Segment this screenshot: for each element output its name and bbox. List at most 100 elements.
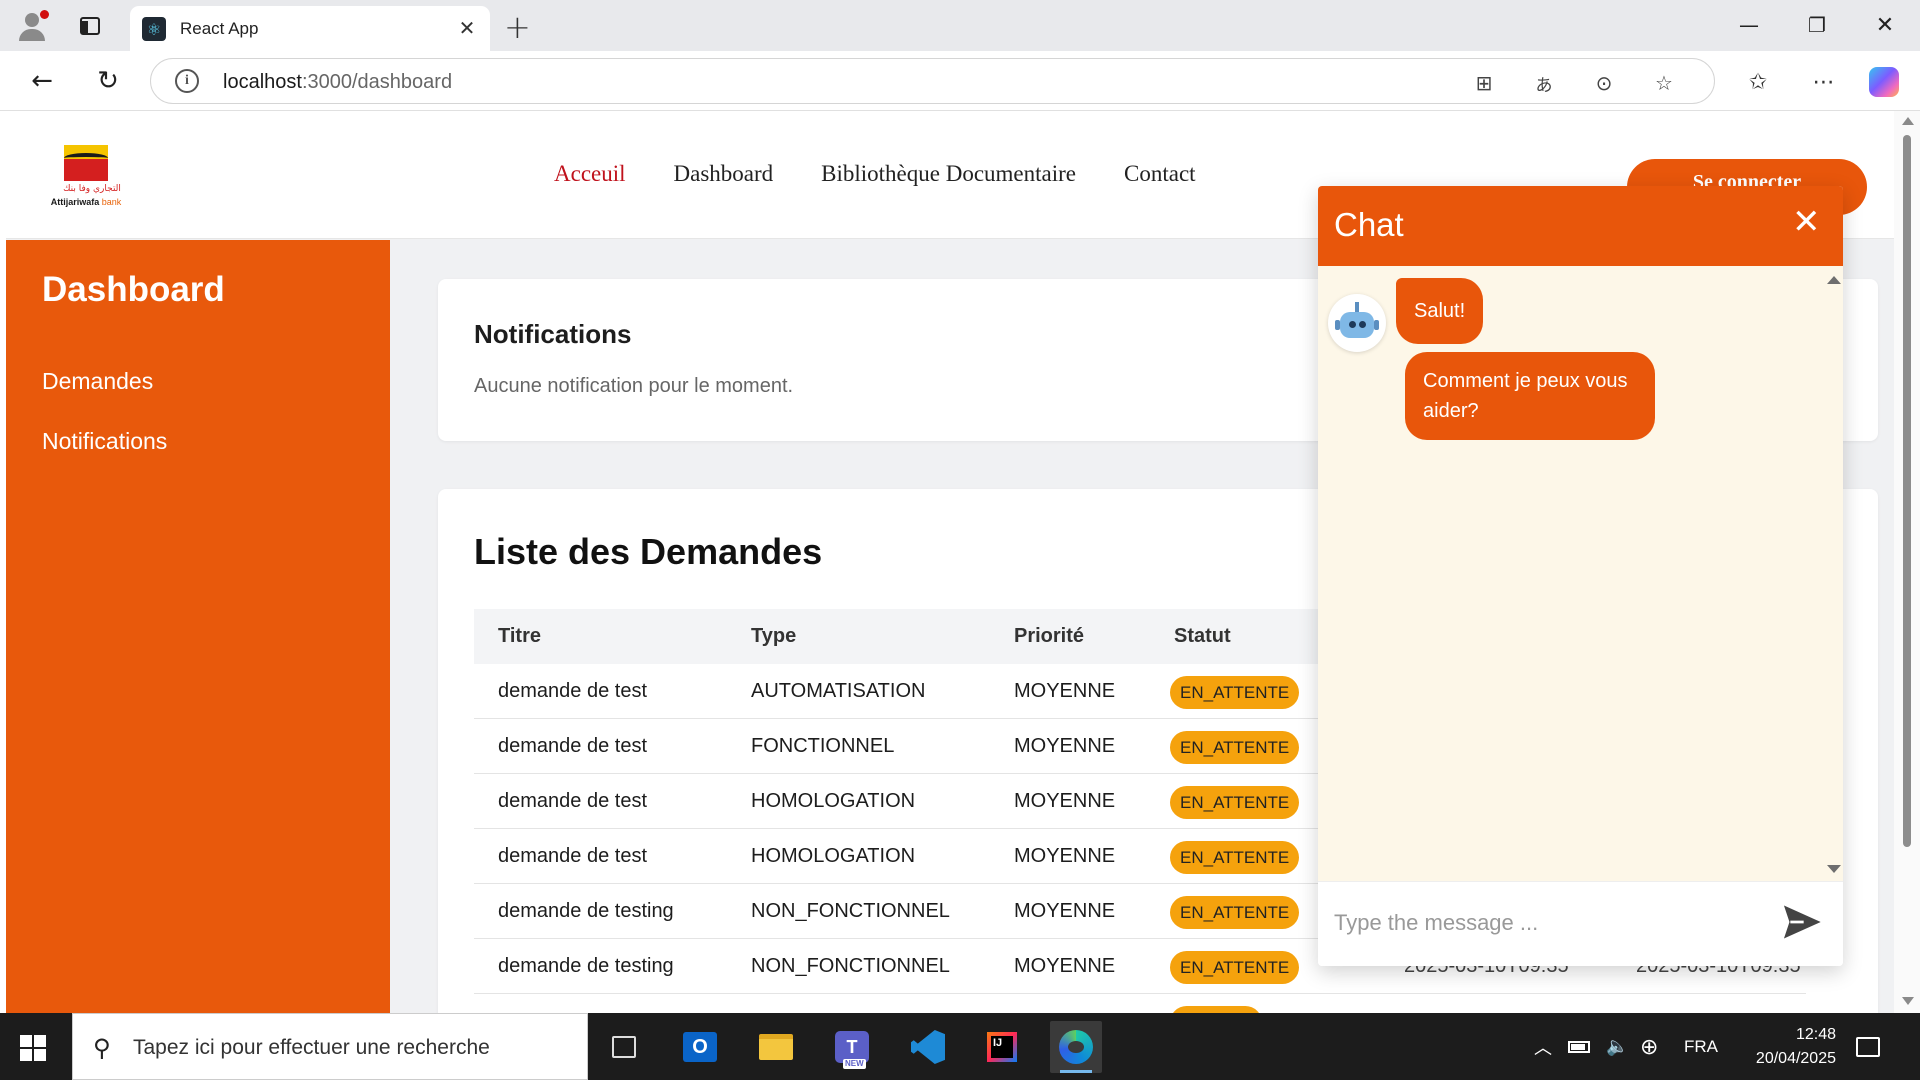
translate-icon[interactable]: あ	[1529, 68, 1559, 98]
scroll-down-icon[interactable]	[1902, 997, 1914, 1005]
taskbar-search[interactable]: ⚲ Tapez ici pour effectuer une recherche	[72, 1013, 588, 1080]
notification-center-icon[interactable]	[1856, 1013, 1880, 1080]
header-type: Type	[751, 625, 797, 647]
chat-scroll-up-icon[interactable]	[1827, 276, 1841, 284]
chat-input-bar: Type the message ...	[1318, 881, 1843, 966]
logo-arabic-text: التجاري وفا بنك	[63, 184, 121, 194]
attijariwafa-logo[interactable]: التجاري وفا بنك Attijariwafa bank	[30, 141, 148, 211]
browser-toolbar: ← ↻ i localhost:3000/dashboard ⊞ あ ⊙ ☆ ✩…	[0, 51, 1920, 111]
search-icon: ⚲	[93, 1034, 111, 1062]
copilot-icon[interactable]	[1868, 66, 1900, 98]
cell-priorite: MOYENNE	[1014, 845, 1116, 867]
tab-actions-icon[interactable]	[72, 10, 108, 42]
window-close-icon[interactable]: ✕	[1862, 10, 1908, 40]
cell-titre: demande de test	[498, 790, 647, 812]
url-text[interactable]: localhost:3000/dashboard	[223, 71, 452, 94]
favorites-icon[interactable]: ✩	[1742, 66, 1774, 98]
teams-new-badge: NEW	[843, 1059, 866, 1069]
restore-icon[interactable]: ❐	[1794, 10, 1840, 40]
file-explorer-icon[interactable]	[750, 1021, 802, 1073]
back-arrow-icon[interactable]: ←	[24, 63, 60, 99]
send-icon[interactable]	[1782, 902, 1822, 942]
cell-titre: demande de testing	[498, 955, 674, 977]
vscode-icon[interactable]	[902, 1021, 954, 1073]
cell-titre: demande de test	[498, 845, 647, 867]
status-badge: EN_ATTENTE	[1170, 841, 1300, 874]
header-priorite: Priorité	[1014, 625, 1085, 647]
sidebar-item-demandes[interactable]: Demandes	[42, 368, 153, 395]
edge-icon[interactable]	[1050, 1021, 1102, 1073]
status-badge: EN_ATTENTE	[1170, 731, 1300, 764]
windows-start-icon[interactable]	[20, 1035, 46, 1061]
taskbar-clock[interactable]: 12:48 20/04/2025	[1730, 1013, 1836, 1080]
nav-contact[interactable]: Contact	[1124, 161, 1196, 187]
sidebar-item-notifications[interactable]: Notifications	[42, 428, 167, 455]
task-view-icon[interactable]	[598, 1021, 650, 1073]
more-menu-icon[interactable]: ⋯	[1808, 66, 1840, 98]
browser-tab-bar: ⚛ React App ✕ + — ❐ ✕	[0, 0, 1920, 51]
cell-titre: demande de test	[498, 680, 647, 702]
cell-type: NON_FONCTIONNEL	[751, 955, 950, 977]
sidebar-title: Dashboard	[42, 270, 225, 309]
notifications-empty-text: Aucune notification pour le moment.	[474, 375, 794, 397]
chat-message: Comment je peux vous aider?	[1405, 352, 1655, 440]
tray-chevron-up-icon[interactable]: ︿	[1534, 1013, 1552, 1080]
cell-type: NON_FONCTIONNEL	[751, 900, 950, 922]
logo-latin-text: Attijariwafa bank	[50, 197, 122, 207]
table-row-partial[interactable]	[474, 994, 1806, 1013]
cell-type: FONCTIONNEL	[751, 735, 895, 757]
intellij-icon[interactable]: IJ	[976, 1021, 1028, 1073]
cell-type: AUTOMATISATION	[751, 680, 926, 702]
tab-close-icon[interactable]: ✕	[454, 16, 480, 40]
teams-icon[interactable]: T NEW	[826, 1021, 878, 1073]
scroll-thumb[interactable]	[1903, 135, 1911, 847]
minimize-icon[interactable]: —	[1726, 10, 1772, 40]
notifications-title: Notifications	[474, 319, 632, 349]
header-statut: Statut	[1174, 625, 1231, 647]
nav-dashboard[interactable]: Dashboard	[674, 161, 774, 187]
cell-priorite: MOYENNE	[1014, 955, 1116, 977]
browser-tab[interactable]: ⚛ React App ✕	[130, 6, 490, 51]
cell-titre: demande de testing	[498, 900, 674, 922]
scroll-up-icon[interactable]	[1902, 117, 1914, 125]
chat-messages[interactable]: Salut! Comment je peux vous aider?	[1318, 266, 1843, 881]
status-badge: EN_ATTENTE	[1170, 786, 1300, 819]
cell-priorite: MOYENNE	[1014, 900, 1116, 922]
nav-bibliotheque[interactable]: Bibliothèque Documentaire	[821, 161, 1076, 187]
reload-icon[interactable]: ↻	[90, 63, 126, 99]
outlook-icon[interactable]: O	[674, 1021, 726, 1073]
demandes-title: Liste des Demandes	[474, 531, 823, 572]
cell-priorite: MOYENNE	[1014, 680, 1116, 702]
cell-type: HOMOLOGATION	[751, 845, 916, 867]
header-titre: Titre	[498, 625, 541, 647]
status-badge: EN_ATTENTE	[1170, 951, 1300, 984]
chat-header: Chat ✕	[1318, 186, 1843, 266]
network-globe-icon[interactable]: ⊕	[1640, 1013, 1658, 1080]
cell-priorite: MOYENNE	[1014, 735, 1116, 757]
site-info-icon[interactable]: i	[175, 69, 199, 93]
sidebar: Dashboard Demandes Notifications	[6, 240, 390, 1013]
bot-avatar-icon	[1328, 294, 1386, 352]
volume-icon[interactable]: 🔈	[1606, 1013, 1628, 1080]
windows-taskbar: ⚲ Tapez ici pour effectuer une recherche…	[0, 1013, 1920, 1080]
clock-time: 12:48	[1795, 1025, 1836, 1043]
chat-scroll-down-icon[interactable]	[1827, 865, 1841, 873]
favorite-star-icon[interactable]: ☆	[1649, 68, 1679, 98]
page-scrollbar[interactable]	[1894, 111, 1920, 1013]
address-bar[interactable]: i localhost:3000/dashboard ⊞ あ ⊙ ☆	[150, 58, 1715, 104]
ellipsis-circle-icon[interactable]: ⊙	[1589, 68, 1619, 98]
react-favicon-icon: ⚛	[142, 17, 166, 41]
cell-priorite: MOYENNE	[1014, 790, 1116, 812]
app-available-icon[interactable]: ⊞	[1469, 68, 1499, 98]
new-tab-icon[interactable]: +	[504, 8, 531, 46]
chat-close-icon[interactable]: ✕	[1792, 202, 1821, 242]
battery-icon[interactable]	[1568, 1013, 1590, 1080]
chat-message: Salut!	[1396, 278, 1484, 344]
chat-message-input[interactable]: Type the message ...	[1334, 910, 1538, 936]
profile-icon[interactable]	[14, 10, 50, 42]
language-indicator[interactable]: FRA	[1684, 1013, 1718, 1080]
status-badge: EN_ATTENTE	[1170, 896, 1300, 929]
nav-acceuil[interactable]: Acceuil	[554, 161, 626, 187]
cell-type: HOMOLOGATION	[751, 790, 916, 812]
main-nav: Acceuil Dashboard Bibliothèque Documenta…	[554, 161, 1196, 187]
